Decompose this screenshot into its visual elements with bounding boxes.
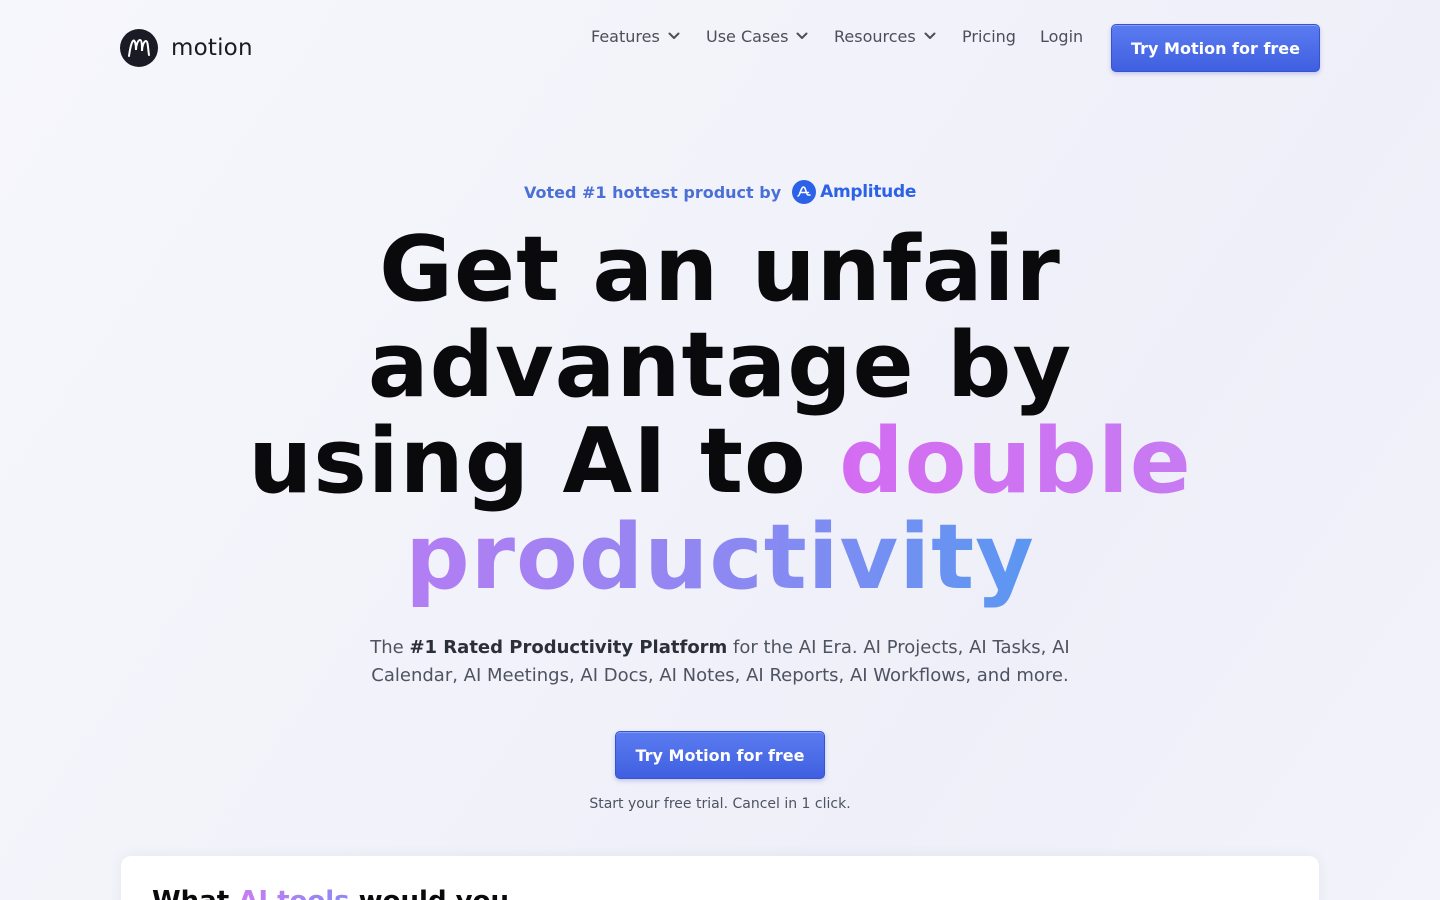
- top-nav: motion Features Use Cases Resources Pric…: [0, 0, 1440, 96]
- nav-item-label: Login: [1040, 26, 1084, 46]
- card-title-highlight: AI tools: [238, 886, 349, 900]
- nav-item-login[interactable]: Login: [1040, 27, 1083, 46]
- chevron-down-icon: [668, 32, 680, 40]
- trial-note: Start your free trial. Cancel in 1 click…: [589, 796, 851, 812]
- nav-item-features[interactable]: Features: [591, 27, 680, 46]
- amplitude-logo[interactable]: Amplitude: [792, 180, 916, 204]
- voted-text: Voted #1 hottest product by: [523, 182, 782, 202]
- nav-item-resources[interactable]: Resources: [834, 27, 936, 46]
- hero-subtitle: The #1 Rated Productivity Platform for t…: [360, 634, 1080, 690]
- nav-item-label: Features: [591, 26, 660, 46]
- nav-item-pricing[interactable]: Pricing: [962, 27, 1016, 46]
- card-title-a: What: [152, 886, 238, 900]
- card-title: What AI tools would you: [152, 886, 509, 900]
- headline-line-4: productivity: [0, 510, 1440, 606]
- headline-line-2: advantage by: [367, 313, 1073, 418]
- headline-highlight-productivity: productivity: [405, 505, 1035, 610]
- voted-banner: Voted #1 hottest product by Amplitude: [0, 180, 1440, 204]
- subtitle-bold: #1 Rated Productivity Platform: [409, 637, 728, 658]
- subtitle-prefix: The: [370, 637, 410, 658]
- try-motion-hero-button[interactable]: Try Motion for free: [615, 731, 825, 779]
- try-motion-nav-button[interactable]: Try Motion for free: [1111, 24, 1320, 72]
- chevron-down-icon: [796, 32, 808, 40]
- nav-item-use-cases[interactable]: Use Cases: [706, 27, 808, 46]
- amplitude-icon: [792, 180, 817, 204]
- ai-tools-card: What AI tools would you: [121, 856, 1319, 900]
- nav-item-label: Pricing: [962, 26, 1016, 46]
- nav-item-label: Resources: [834, 26, 916, 46]
- chevron-down-icon: [924, 32, 936, 40]
- brand-name: motion: [171, 35, 253, 61]
- headline-line-3-text: using AI to: [248, 409, 840, 514]
- headline-highlight-double: double: [839, 409, 1192, 514]
- headline-line-3: using AI to double: [0, 414, 1440, 510]
- headline-line-1: Get an unfair: [379, 217, 1061, 322]
- motion-logo-icon: [120, 29, 158, 67]
- brand-logo[interactable]: motion: [120, 29, 253, 67]
- amplitude-name: Amplitude: [820, 182, 917, 202]
- nav-item-label: Use Cases: [706, 26, 789, 46]
- hero-headline: Get an unfair advantage by using AI to d…: [0, 222, 1440, 606]
- card-title-b: would you: [350, 886, 509, 900]
